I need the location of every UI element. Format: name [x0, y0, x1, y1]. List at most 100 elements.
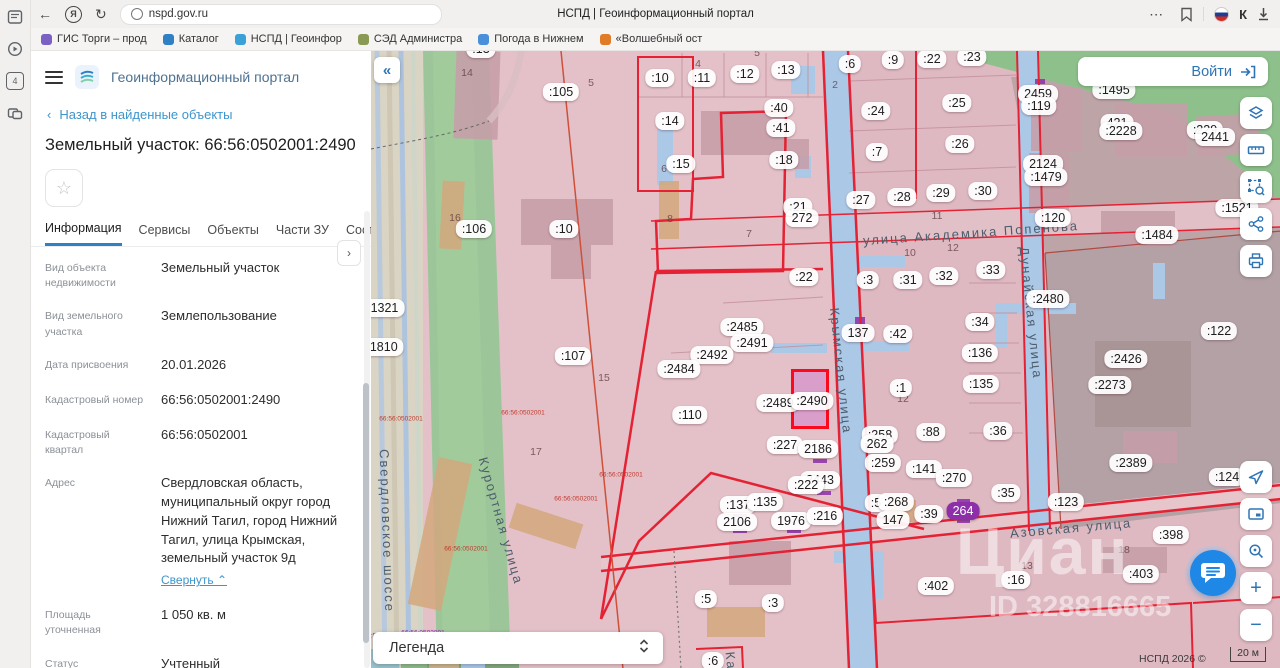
parcel-label[interactable]: :2490	[790, 391, 834, 411]
parcel-label[interactable]: :27	[846, 190, 876, 210]
parcel-label[interactable]: :28	[887, 187, 917, 207]
parcel-label[interactable]: :40	[764, 98, 794, 118]
zoom-out-button[interactable]: −	[1240, 609, 1272, 641]
download-icon[interactable]	[1257, 7, 1270, 21]
screens-icon[interactable]	[6, 104, 24, 122]
site-info-icon[interactable]	[130, 8, 143, 20]
parcel-label[interactable]: :88	[916, 422, 946, 442]
parcel-label[interactable]: :136	[961, 343, 999, 363]
parcel-label[interactable]: :2480	[1026, 289, 1070, 309]
russian-flag-icon[interactable]	[1214, 6, 1230, 22]
parcel-label[interactable]: :34	[965, 312, 995, 332]
minimap-button[interactable]	[1240, 498, 1272, 530]
search-coords-button[interactable]	[1240, 535, 1272, 567]
parcel-label[interactable]: :10	[549, 219, 579, 239]
bookmark-item[interactable]: «Волшебный ост	[599, 33, 702, 45]
parcel-label[interactable]: :107	[554, 346, 592, 366]
parcel-label[interactable]: 2106	[717, 512, 757, 532]
parcel-label[interactable]: :216	[806, 506, 844, 526]
parcel-label[interactable]: :268	[877, 492, 915, 512]
print-button[interactable]	[1240, 245, 1272, 277]
parcel-label[interactable]: :15	[666, 154, 696, 174]
parcel-label[interactable]: :3	[761, 593, 785, 613]
collapse-panel-button[interactable]: «	[374, 57, 400, 83]
chat-fab-button[interactable]	[1190, 550, 1236, 596]
parcel-label[interactable]: :36	[983, 421, 1013, 441]
panel-scrollbar[interactable]	[363, 211, 370, 668]
parcel-label[interactable]: :29	[926, 183, 956, 203]
parcel-label[interactable]: :135	[962, 374, 1000, 394]
parcel-label[interactable]: :110	[672, 405, 708, 425]
parcel-label[interactable]: 1976	[771, 511, 811, 531]
parcel-label[interactable]: :3	[856, 270, 880, 290]
parcel-label[interactable]: 147	[876, 510, 910, 530]
favorite-star-button[interactable]: ☆	[45, 169, 83, 207]
parcel-label[interactable]: :106	[455, 219, 493, 239]
parcel-label[interactable]: :135	[746, 492, 784, 512]
parcel-label[interactable]: :119	[1021, 96, 1057, 116]
parcel-label[interactable]: :1479	[1024, 167, 1068, 187]
address-bar[interactable]: nspd.gov.ru	[119, 3, 442, 25]
parcel-label[interactable]: :105	[542, 82, 580, 102]
parcel-label[interactable]: 262	[860, 434, 894, 454]
area-select-button[interactable]	[1240, 171, 1272, 203]
bookmark-item[interactable]: ГИС Торги – прод	[41, 33, 147, 45]
parcel-label[interactable]: :1484	[1135, 225, 1179, 245]
layers-button[interactable]	[1240, 97, 1272, 129]
parcel-label[interactable]: :13	[771, 60, 801, 80]
parcel-label[interactable]: :5	[694, 589, 718, 609]
panel-tab[interactable]: Части ЗУ	[276, 223, 329, 245]
parcel-label[interactable]: :2228	[1099, 121, 1143, 141]
parcel-label[interactable]: :31	[893, 270, 923, 290]
map-canvas[interactable]: улица Академика Попенова Крымская улица Ду…	[371, 51, 1280, 668]
parcel-label[interactable]: :270	[935, 468, 973, 488]
ruler-button[interactable]	[1240, 134, 1272, 166]
parcel-label[interactable]: :1810	[371, 337, 404, 357]
parcel-label[interactable]: :7	[865, 142, 889, 162]
parcel-label[interactable]: :6	[838, 54, 862, 74]
play-icon[interactable]	[6, 40, 24, 58]
parcel-label[interactable]: :122	[1200, 321, 1238, 341]
parcel-label[interactable]: :9	[881, 51, 905, 70]
parcel-label[interactable]: :26	[945, 134, 975, 154]
login-button[interactable]: Войти	[1078, 57, 1268, 86]
parcel-label[interactable]: 137	[841, 323, 875, 343]
parcel-label[interactable]: :1	[889, 378, 913, 398]
parcel-label[interactable]: :35	[991, 483, 1021, 503]
parcel-label[interactable]: :398	[1152, 525, 1190, 545]
panel-tab[interactable]: Объекты	[207, 223, 259, 245]
parcel-label[interactable]: :2426	[1104, 349, 1148, 369]
bookmark-icon[interactable]	[1180, 7, 1193, 22]
collapse-link[interactable]: Свернуть ⌃	[161, 572, 227, 589]
locate-button[interactable]	[1240, 461, 1272, 493]
parcel-label[interactable]: :2273	[1088, 375, 1132, 395]
parcel-label[interactable]: :22	[917, 51, 947, 69]
more-menu-icon[interactable]: ⋯	[1149, 7, 1163, 21]
parcel-label[interactable]: :11	[687, 68, 717, 88]
share-button[interactable]	[1240, 208, 1272, 240]
parcel-label[interactable]: :120	[1034, 208, 1072, 228]
parcel-label[interactable]: :123	[1047, 492, 1085, 512]
parcel-label[interactable]: :2491	[730, 333, 774, 353]
parcel-label[interactable]: :41	[766, 118, 796, 138]
panel-tab[interactable]: Информация	[45, 221, 122, 246]
parcel-label[interactable]: :12	[730, 64, 760, 84]
parcel-label[interactable]: :2484	[657, 359, 701, 379]
parcel-label[interactable]: 2441	[1195, 127, 1235, 147]
parcel-label[interactable]: 272	[785, 208, 819, 228]
bookmark-item[interactable]: Каталог	[162, 33, 219, 45]
parcel-label[interactable]: :32	[929, 266, 959, 286]
parcel-label[interactable]: :402	[917, 576, 955, 596]
parcel-label[interactable]: :14	[655, 111, 685, 131]
bookmark-item[interactable]: СЭД Администра	[357, 33, 462, 45]
back-icon[interactable]: ←	[38, 7, 52, 21]
parcel-label[interactable]: :10	[645, 68, 675, 88]
parcel-label[interactable]: :23	[957, 51, 987, 67]
parcel-label[interactable]: 31321	[371, 298, 405, 318]
reload-icon[interactable]: ↻	[95, 7, 107, 21]
back-link[interactable]: ‹ Назад в найденные объекты	[31, 95, 371, 126]
parcel-label[interactable]: :22	[789, 267, 819, 287]
parcel-label[interactable]: :222	[787, 475, 825, 495]
parcel-label[interactable]: 2186	[798, 439, 838, 459]
tab-panel-icon[interactable]	[6, 8, 24, 26]
